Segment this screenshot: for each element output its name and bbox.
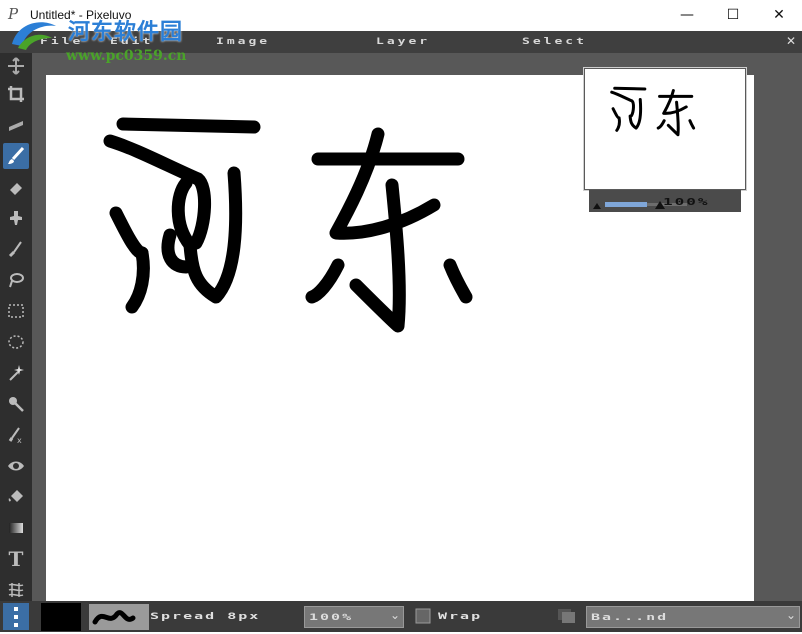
watermark: 河东软件园 www.pc0359.cn: [8, 14, 208, 72]
straighten-icon[interactable]: [3, 112, 29, 138]
chevron-down-icon: ⌄: [785, 608, 796, 622]
blend-mode-value: Ba...nd: [591, 611, 669, 623]
menu-select[interactable]: Select: [522, 36, 587, 48]
brush-icon[interactable]: [3, 143, 29, 169]
wrap-checkbox-icon[interactable]: [414, 607, 432, 625]
layers-icon[interactable]: [556, 607, 578, 625]
eraser-icon[interactable]: [3, 175, 29, 201]
red-eye-icon[interactable]: [3, 453, 29, 479]
blend-mode-select[interactable]: Ba...nd ⌄: [586, 606, 800, 628]
menu-layer[interactable]: Layer: [376, 36, 430, 48]
menu-image[interactable]: Image: [216, 36, 270, 48]
close-button[interactable]: ✕: [756, 0, 802, 30]
zoom-label: 100%: [663, 195, 710, 208]
navigator-preview: [610, 86, 696, 137]
opacity-select[interactable]: 100% ⌄: [304, 606, 404, 628]
stroke-10: [349, 178, 406, 333]
stroke-3: [171, 176, 197, 252]
wrap-label: Wrap: [438, 610, 483, 622]
maximize-button[interactable]: ☐: [710, 0, 756, 30]
brush-preview[interactable]: [89, 604, 149, 630]
opacity-value: 100%: [309, 611, 354, 623]
zoom-control[interactable]: 100%: [589, 190, 741, 212]
zoom-out-icon[interactable]: [593, 201, 601, 209]
stroke-1: [116, 117, 261, 134]
menu-close-icon[interactable]: ✕: [786, 34, 796, 48]
options-bar: Spread 8px 100% ⌄ Wrap Ba...nd ⌄: [0, 601, 802, 632]
magic-wand-icon[interactable]: [3, 360, 29, 386]
watermark-url: www.pc0359.cn: [66, 48, 187, 64]
rect-select-icon[interactable]: [3, 298, 29, 324]
crop-icon[interactable]: [3, 81, 29, 107]
zoom-slider-fill[interactable]: [605, 202, 647, 207]
navigator-panel[interactable]: [584, 68, 746, 190]
svg-text:x: x: [17, 436, 22, 444]
watermark-title: 河东软件园: [68, 20, 184, 45]
foreground-color-swatch[interactable]: [41, 603, 81, 631]
watermark-logo-icon: [12, 22, 56, 50]
text-icon[interactable]: T: [3, 546, 29, 572]
chevron-down-icon: ⌄: [389, 608, 400, 622]
warp-icon[interactable]: [3, 577, 29, 603]
color-replace-icon[interactable]: x: [3, 422, 29, 448]
brush-stroke-icon: [92, 610, 136, 625]
minimize-button[interactable]: —: [664, 0, 710, 30]
smudge-icon[interactable]: [3, 236, 29, 262]
ellipse-select-icon[interactable]: [3, 329, 29, 355]
text-tool-glyph: T: [8, 547, 24, 571]
clone-icon[interactable]: [3, 205, 29, 231]
stroke-11: [305, 258, 345, 304]
options-menu-button[interactable]: [3, 603, 29, 630]
brush-size-label: Spread 8px: [150, 610, 261, 622]
tool-palette: x T: [0, 53, 32, 601]
gradient-icon[interactable]: [3, 515, 29, 541]
lasso-icon[interactable]: [3, 267, 29, 293]
stroke-4: [109, 206, 149, 260]
stroke-12: [443, 258, 473, 304]
fill-icon[interactable]: [3, 484, 29, 510]
eyedropper-icon[interactable]: [3, 391, 29, 417]
stroke-7: [125, 246, 150, 314]
stroke-9: [329, 127, 441, 240]
